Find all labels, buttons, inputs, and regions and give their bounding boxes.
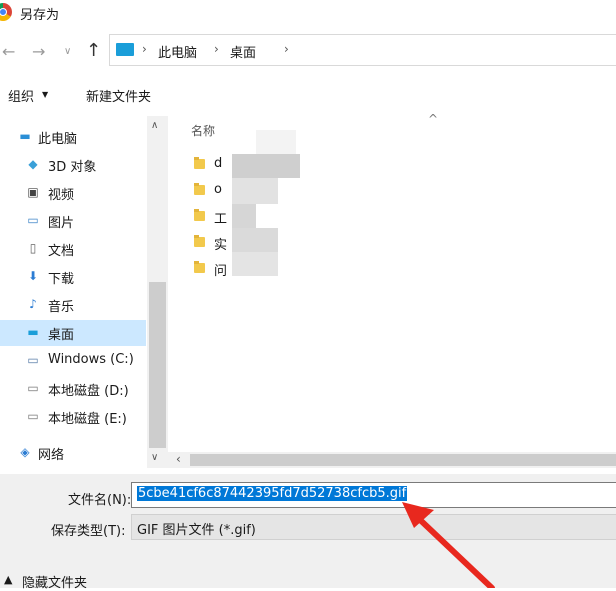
chevron-down-icon[interactable]: ∨ xyxy=(64,46,71,57)
privacy-mosaic xyxy=(232,178,278,204)
nav-item-downloads[interactable]: ⬇ 下载 xyxy=(0,264,146,290)
drive-icon: ▭ xyxy=(27,353,39,367)
address-bar[interactable]: › 此电脑 › 桌面 › xyxy=(109,34,616,66)
filetype-select[interactable]: GIF 图片文件 (*.gif) xyxy=(131,514,616,540)
file-name: 工 xyxy=(214,212,228,227)
file-name: o xyxy=(214,182,222,197)
filetype-label: 保存类型(T): xyxy=(51,524,126,539)
monitor-icon xyxy=(116,43,134,56)
filename-value[interactable]: 5cbe41cf6c87442395fd7d52738cfcb5.gif xyxy=(137,486,408,501)
scroll-down-icon[interactable]: ∨ xyxy=(151,452,158,463)
nav-item-label: 3D 对象 xyxy=(48,160,97,175)
privacy-mosaic xyxy=(232,204,256,228)
nav-item-drive-c[interactable]: ▭ Windows (C:) xyxy=(0,348,146,374)
nav-item-drive-d[interactable]: ▭ 本地磁盘 (D:) xyxy=(0,376,146,402)
document-icon: ▯ xyxy=(29,241,37,255)
nav-item-drive-e[interactable]: ▭ 本地磁盘 (E:) xyxy=(0,404,146,430)
navigation-pane: ▬ 此电脑 ◆ 3D 对象 ▣ 视频 ▭ 图片 ▯ 文档 ⬇ 下载 ♪ 音乐 ▬… xyxy=(0,116,168,468)
filetype-value: GIF 图片文件 (*.gif) xyxy=(137,523,256,538)
nav-item-label: 下载 xyxy=(48,272,75,287)
nav-item-documents[interactable]: ▯ 文档 xyxy=(0,236,146,262)
filename-input[interactable]: 5cbe41cf6c87442395fd7d52738cfcb5.gif xyxy=(131,482,616,508)
chevron-right-icon: › xyxy=(214,42,219,56)
column-header-name[interactable]: 名称 xyxy=(191,122,215,139)
privacy-mosaic xyxy=(256,130,296,154)
nav-item-label: 视频 xyxy=(48,188,75,203)
sort-caret-icon: ^ xyxy=(428,112,439,126)
folder-icon xyxy=(194,235,205,247)
network-icon: ◈ xyxy=(20,445,30,459)
nav-item-this-pc[interactable]: ▬ 此电脑 xyxy=(0,124,146,150)
music-icon: ♪ xyxy=(29,297,37,311)
desktop-icon: ▬ xyxy=(27,325,39,339)
nav-item-label: 本地磁盘 (E:) xyxy=(48,412,127,427)
title-bar xyxy=(0,0,616,26)
caret-up-icon[interactable]: ▲ xyxy=(4,573,12,586)
computer-icon: ▬ xyxy=(19,129,31,143)
breadcrumb-this-pc[interactable]: 此电脑 xyxy=(158,42,197,61)
organize-button[interactable]: 组织 xyxy=(8,86,34,105)
new-folder-button[interactable]: 新建文件夹 xyxy=(86,86,151,105)
horizontal-scrollbar-thumb[interactable] xyxy=(190,454,616,466)
folder-icon xyxy=(194,157,205,169)
drive-icon: ▭ xyxy=(27,409,39,423)
drive-icon: ▭ xyxy=(27,381,39,395)
privacy-mosaic xyxy=(232,228,278,252)
nav-scrollbar-thumb[interactable] xyxy=(149,282,166,448)
hide-folders-toggle[interactable]: 隐藏文件夹 xyxy=(22,572,87,591)
nav-item-videos[interactable]: ▣ 视频 xyxy=(0,180,146,206)
nav-item-label: 本地磁盘 (D:) xyxy=(48,384,129,399)
nav-item-3d-objects[interactable]: ◆ 3D 对象 xyxy=(0,152,146,178)
nav-item-network[interactable]: ◈ 网络 xyxy=(0,440,146,466)
nav-item-label: Windows (C:) xyxy=(48,352,134,367)
forward-arrow-icon[interactable]: → xyxy=(32,42,45,61)
video-icon: ▣ xyxy=(27,185,39,199)
caret-down-icon[interactable]: ▼ xyxy=(42,90,48,99)
folder-icon xyxy=(194,209,205,221)
nav-item-label: 桌面 xyxy=(48,328,75,343)
cube-icon: ◆ xyxy=(28,157,38,171)
scroll-left-icon[interactable]: ‹ xyxy=(176,452,181,466)
nav-item-label: 音乐 xyxy=(48,300,75,315)
file-name: d xyxy=(214,156,223,171)
nav-item-music[interactable]: ♪ 音乐 xyxy=(0,292,146,318)
breadcrumb-desktop[interactable]: 桌面 xyxy=(230,42,256,61)
folder-icon xyxy=(194,183,205,195)
nav-item-label: 此电脑 xyxy=(38,132,78,147)
scroll-up-icon[interactable]: ∧ xyxy=(151,120,158,131)
chevron-right-icon: › xyxy=(142,42,147,56)
picture-icon: ▭ xyxy=(27,213,39,227)
nav-item-label: 网络 xyxy=(38,448,65,463)
file-name: 实 xyxy=(214,238,228,253)
nav-item-label: 文档 xyxy=(48,244,75,259)
privacy-mosaic xyxy=(232,154,300,178)
nav-item-desktop[interactable]: ▬ 桌面 xyxy=(0,320,146,346)
up-arrow-icon[interactable]: ↑ xyxy=(86,40,101,61)
back-arrow-icon[interactable]: ← xyxy=(2,42,15,61)
chevron-right-icon: › xyxy=(284,42,289,56)
folder-icon xyxy=(194,261,205,273)
nav-item-pictures[interactable]: ▭ 图片 xyxy=(0,208,146,234)
window-title: 另存为 xyxy=(20,8,60,23)
filename-label: 文件名(N): xyxy=(68,493,132,508)
privacy-mosaic xyxy=(232,252,278,276)
nav-item-label: 图片 xyxy=(48,216,75,231)
download-icon: ⬇ xyxy=(27,269,39,283)
file-name: 问 xyxy=(214,264,228,279)
